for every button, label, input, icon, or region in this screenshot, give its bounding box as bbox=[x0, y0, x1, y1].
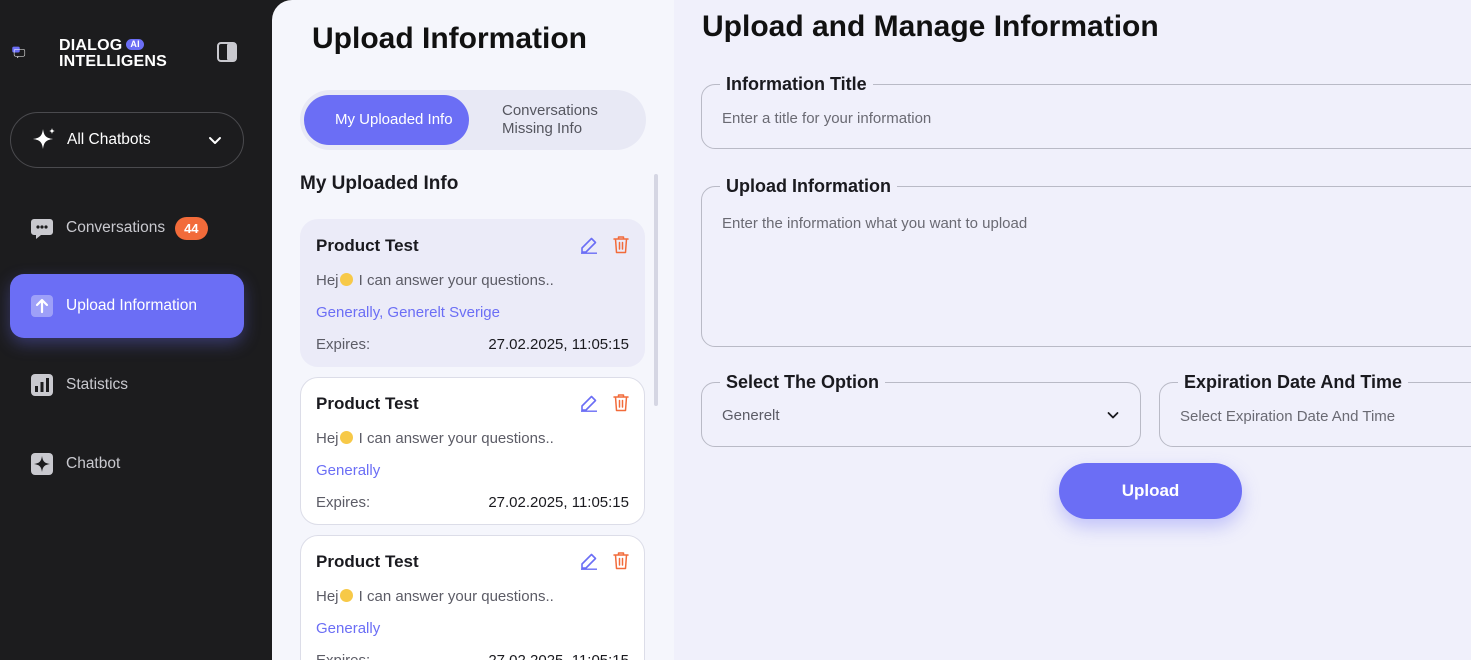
expiration-date-field: Expiration Date And Time bbox=[1159, 371, 1471, 447]
tab-bar: My Uploaded Info Conversations Missing I… bbox=[300, 90, 646, 150]
list-scrollbar[interactable] bbox=[654, 174, 658, 406]
expiration-date-input[interactable] bbox=[1180, 408, 1468, 425]
edit-pencil-icon[interactable] bbox=[580, 236, 598, 254]
smile-emoji-icon bbox=[339, 431, 353, 444]
field-label: Information Title bbox=[720, 73, 873, 95]
edit-pencil-icon[interactable] bbox=[580, 394, 598, 412]
sidebar-item-conversations[interactable]: Conversations 44 bbox=[10, 196, 244, 260]
section-title: My Uploaded Info bbox=[300, 173, 459, 194]
edit-pencil-icon[interactable] bbox=[580, 552, 598, 570]
option-select-value: Generelt bbox=[722, 407, 780, 424]
card-categories: Generally bbox=[316, 462, 381, 479]
card-expires-label: Expires: bbox=[316, 494, 371, 511]
information-title-field: Information Title bbox=[701, 73, 1471, 149]
sidebar-item-label: Upload Information bbox=[66, 297, 197, 314]
chatbot-sparkle-icon bbox=[31, 453, 53, 475]
brand-name: DIALOG AI INTELLIGENS bbox=[59, 37, 167, 70]
tab-my-uploaded-info[interactable]: My Uploaded Info bbox=[304, 95, 469, 145]
field-label: Expiration Date And Time bbox=[1178, 371, 1409, 393]
card-title: Product Test bbox=[316, 394, 419, 413]
bar-chart-icon bbox=[31, 374, 53, 396]
brand-ai-badge: AI bbox=[126, 39, 144, 50]
form-title: Upload and Manage Information bbox=[702, 10, 1159, 43]
chevron-down-icon bbox=[209, 137, 221, 144]
chatbot-select-label: All Chatbots bbox=[67, 131, 151, 148]
info-card[interactable]: Product Test Hej I can answer your quest… bbox=[300, 219, 645, 367]
sidebar-item-label: Chatbot bbox=[66, 455, 121, 472]
conversations-count-badge: 44 bbox=[175, 216, 208, 240]
upload-button[interactable]: Upload bbox=[1059, 463, 1242, 519]
sidebar-item-chatbot[interactable]: Chatbot bbox=[10, 432, 244, 496]
upload-arrow-icon bbox=[31, 295, 53, 317]
field-label: Select The Option bbox=[720, 371, 886, 393]
smile-emoji-icon bbox=[339, 589, 353, 602]
card-expires-value: 27.02.2025, 11:05:15 bbox=[488, 336, 629, 353]
sidebar: DIALOG AI INTELLIGENS All Chatbots Conver… bbox=[0, 0, 272, 660]
chat-bubble-icon bbox=[31, 219, 53, 239]
card-expires-value: 27.02.2025, 11:05:15 bbox=[488, 652, 629, 660]
page-title: Upload Information bbox=[312, 22, 587, 55]
option-select[interactable]: Select The Option Generelt bbox=[701, 371, 1141, 447]
sidebar-item-upload-information[interactable]: Upload Information bbox=[10, 274, 244, 338]
sidebar-item-label: Statistics bbox=[66, 376, 129, 393]
sidebar-item-statistics[interactable]: Statistics bbox=[10, 353, 244, 417]
card-description: Hej I can answer your questions.. bbox=[316, 272, 554, 289]
field-label: Upload Information bbox=[720, 175, 897, 197]
card-categories: Generally, Generelt Sverige bbox=[316, 304, 500, 321]
tab-conversations-missing-info[interactable]: Conversations Missing Info bbox=[480, 95, 640, 145]
card-title: Product Test bbox=[316, 552, 419, 571]
smile-emoji-icon bbox=[339, 273, 353, 286]
chatbot-select[interactable]: All Chatbots bbox=[10, 112, 244, 168]
upload-form-panel: Upload and Manage Information Informatio… bbox=[674, 0, 1471, 660]
sparkle-icon bbox=[33, 128, 55, 149]
card-expires-label: Expires: bbox=[316, 652, 370, 660]
trash-icon[interactable] bbox=[612, 235, 630, 254]
info-card[interactable]: Product Test Hej I can answer your quest… bbox=[300, 377, 645, 525]
upload-information-field: Upload Information bbox=[701, 175, 1471, 347]
card-description: Hej I can answer your questions.. bbox=[316, 430, 554, 447]
upload-information-textarea[interactable] bbox=[722, 215, 1470, 332]
chevron-down-icon bbox=[1107, 412, 1119, 419]
card-title: Product Test bbox=[316, 236, 419, 255]
info-card[interactable]: Product Test Hej I can answer your quest… bbox=[300, 535, 645, 660]
uploaded-info-panel: Upload Information My Uploaded Info Conv… bbox=[272, 0, 674, 660]
trash-icon[interactable] bbox=[612, 393, 630, 412]
logo-icon bbox=[12, 46, 26, 59]
card-description: Hej I can answer your questions.. bbox=[316, 588, 554, 605]
card-expires-value: 27.02.2025, 11:05:15 bbox=[488, 494, 629, 511]
card-categories: Generally bbox=[316, 620, 381, 637]
sidebar-item-label: Conversations bbox=[66, 219, 166, 236]
card-expires-label: Expires: bbox=[316, 336, 371, 353]
information-title-input[interactable] bbox=[722, 110, 1470, 127]
trash-icon[interactable] bbox=[612, 551, 630, 570]
sidebar-collapse-icon[interactable] bbox=[216, 41, 238, 63]
